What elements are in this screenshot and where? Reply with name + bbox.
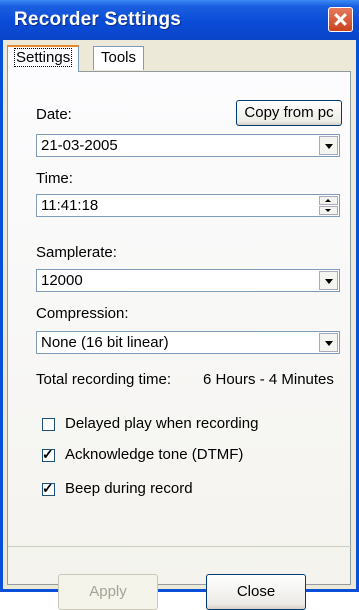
close-window-icon[interactable]	[328, 7, 353, 32]
settings-panel: Date: Copy from pc 21-03-2005 Time: 11:4…	[7, 71, 352, 610]
samplerate-label: Samplerate:	[36, 244, 117, 261]
total-recording-time-value: 6 Hours - 4 Minutes	[203, 371, 334, 388]
beep-during-record-checkbox[interactable]: ✓	[42, 480, 55, 496]
date-value: 21-03-2005	[41, 137, 118, 154]
time-spinner[interactable]	[319, 196, 338, 215]
date-label: Date:	[36, 106, 72, 123]
total-recording-time-label: Total recording time:	[36, 371, 172, 388]
window-title: Recorder Settings	[14, 9, 182, 30]
acknowledge-tone-checkbox[interactable]: ✓	[42, 446, 55, 462]
footer-divider	[8, 546, 352, 547]
samplerate-value: 12000	[41, 272, 83, 289]
tab-tools-label: Tools	[101, 49, 137, 66]
time-field[interactable]: 11:41:18	[36, 194, 340, 217]
spin-down-icon[interactable]	[319, 206, 338, 215]
time-value: 11:41:18	[41, 197, 99, 214]
chevron-down-icon[interactable]	[319, 136, 338, 155]
tab-settings-label: Settings	[13, 48, 73, 67]
delayed-play-label[interactable]: Delayed play when recording	[65, 415, 258, 432]
date-select[interactable]: 21-03-2005	[36, 134, 340, 157]
copy-from-pc-button[interactable]: Copy from pc	[236, 100, 342, 126]
compression-select[interactable]: None (16 bit linear)	[36, 331, 340, 354]
tab-settings[interactable]: Settings	[7, 45, 80, 72]
delayed-play-checkbox[interactable]	[42, 418, 55, 431]
beep-during-record-label[interactable]: Beep during record	[65, 480, 193, 497]
compression-value: None (16 bit linear)	[41, 334, 169, 351]
checkmark-icon: ✓	[42, 480, 54, 496]
samplerate-select[interactable]: 12000	[36, 269, 340, 292]
acknowledge-tone-label[interactable]: Acknowledge tone (DTMF)	[65, 446, 243, 463]
time-label: Time:	[36, 170, 73, 187]
recorder-settings-dialog: Recorder Settings Settings Tools Date: C…	[0, 0, 359, 610]
chevron-down-icon[interactable]	[319, 271, 338, 290]
apply-button[interactable]: Apply	[58, 574, 158, 610]
tab-tools[interactable]: Tools	[93, 46, 145, 70]
compression-label: Compression:	[36, 305, 129, 322]
checkmark-icon: ✓	[42, 446, 54, 462]
chevron-down-icon[interactable]	[319, 333, 338, 352]
spin-up-icon[interactable]	[319, 196, 338, 205]
dialog-body: Settings Tools Date: Copy from pc 21-03-…	[3, 40, 356, 610]
title-bar[interactable]: Recorder Settings	[0, 0, 359, 40]
close-button[interactable]: Close	[206, 574, 306, 610]
